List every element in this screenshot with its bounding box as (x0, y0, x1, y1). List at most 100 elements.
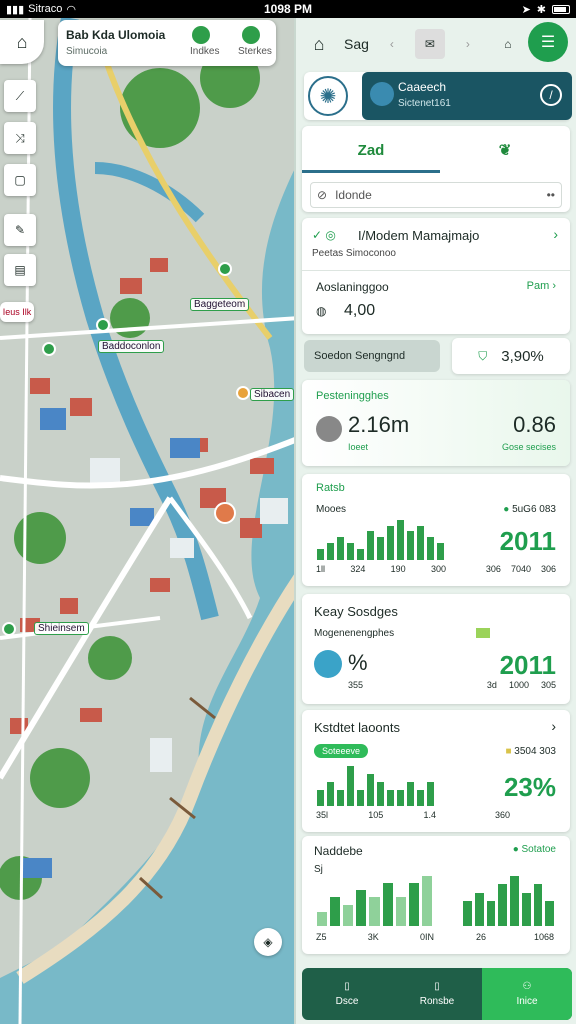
map-label[interactable]: Baddoconlon (98, 340, 165, 353)
field-link[interactable]: Pam › (527, 280, 556, 292)
chart-bar (317, 911, 328, 926)
chart-bar (474, 892, 484, 926)
chart4-plot (316, 876, 434, 926)
chart-label: Sj (314, 864, 323, 875)
selected-item-card[interactable]: ✓ ◎ I/Modem Mamajmajo › Peetas Simoconoo… (302, 218, 570, 334)
chart-bar (357, 790, 364, 806)
location-subtitle: Sictenet161 (398, 98, 451, 109)
tab-leaf[interactable]: ❦ (440, 132, 570, 168)
chart-label: Mooes (316, 504, 347, 515)
pen-tool[interactable]: ✎ (4, 214, 36, 246)
compass-icon[interactable]: / (540, 84, 562, 106)
metric-right-sub: Gose secises (501, 442, 556, 452)
chart-bar (421, 876, 432, 926)
tab-primary[interactable]: Zad (302, 132, 440, 168)
map-label[interactable]: Shieinsem (34, 622, 89, 635)
chart-card-2[interactable]: Keay Sosdges Mogenenengphes % 355 2011 3… (302, 594, 570, 704)
chart-x-axis: 1ll 324 190 300 (316, 564, 446, 574)
more-icon[interactable]: •• (547, 188, 555, 202)
map-label[interactable]: Sibacen (250, 388, 295, 401)
map-pin[interactable] (218, 262, 232, 276)
chart-right-x: 360 (494, 810, 510, 820)
chart-card-1[interactable]: Ratsb Mooes 1ll 324 190 300 ● 5uG6 083 2011… (302, 474, 570, 586)
chart-bar (387, 525, 394, 560)
chart-bar (357, 548, 364, 560)
nav-ronsbe[interactable]: ▯ Ronsbe (392, 968, 482, 1020)
chevron-right-icon[interactable]: › (553, 226, 558, 242)
side-tag-label: Ieus Ilk (2, 307, 32, 317)
chart-bar (510, 876, 519, 926)
tab-underline (302, 170, 440, 173)
back-button[interactable]: ‹ (375, 27, 409, 61)
metric-right-value: 0.86 (513, 412, 556, 437)
chart-value-sub: 355 (348, 680, 364, 690)
chart-right-axis: 26 1068 (476, 932, 554, 942)
location-card[interactable]: ✺ Caaeech Sictenet161 / (304, 72, 572, 120)
draw-line-tool[interactable]: ⟋ (4, 80, 36, 112)
field-label: Aoslaninggoo (316, 280, 389, 294)
chart-bar (427, 782, 434, 806)
map-header-card[interactable]: Bab Kda Ulomoia Simucoia Indkes Sterkes (58, 20, 276, 66)
home-button[interactable]: ⌂ (0, 20, 44, 64)
search-input[interactable]: Idonde (335, 188, 372, 202)
chart-bar (347, 542, 354, 560)
layers-tool[interactable]: ▤ (4, 254, 36, 286)
chart-card-3[interactable]: Kstdtet laoonts › Soteeeve 35l 105 1.4 ■ 3… (302, 710, 570, 832)
map-pin[interactable] (96, 318, 110, 332)
chart-bar (343, 904, 354, 926)
chart-right-label: ● Sotatoe (512, 844, 556, 855)
search-field[interactable]: ⊘ Idonde •• (310, 182, 562, 208)
forward-button[interactable]: › (451, 27, 485, 61)
chart-bar (337, 537, 344, 560)
home-button[interactable]: ⌂ (302, 27, 336, 61)
nav-dsce[interactable]: ▯ Dsce (302, 968, 392, 1020)
pen-icon: ✎ (14, 223, 26, 237)
status-badge[interactable]: Soedon Sengngnd (304, 340, 440, 372)
filter-icon: ⊘ (317, 188, 328, 202)
chart-x-axis: 35l 105 1.4 (316, 810, 436, 820)
chart-bar (367, 774, 374, 806)
chart-title: Ratsb (316, 482, 345, 494)
details-panel: ⌂ Sag ‹ ✉ › ⌂ ☰ ✺ Caaeech Sictenet161 / … (294, 18, 576, 1024)
chart-bar (533, 884, 543, 926)
metric-value: 2.16m (348, 412, 410, 437)
chart-card-4[interactable]: Naddebe ● Sotatoe Sj Z5 3K 0IN 26 1068 (302, 836, 570, 954)
map-pin[interactable] (214, 502, 236, 524)
split-tool[interactable]: ⤨ (4, 122, 36, 154)
chart-x-axis: 3d 1000 305 (486, 680, 556, 690)
metric-card[interactable]: Pesteningghes 2.16m Ioeet 0.86 Gose seci… (302, 380, 570, 466)
compass-button[interactable]: ◈ (254, 928, 282, 956)
area-tool[interactable]: ▢ (4, 164, 36, 196)
chart-bar (387, 790, 394, 806)
chart-label: Mogenenengphes (314, 628, 395, 639)
map-pin[interactable] (42, 342, 56, 356)
chart-bar (397, 520, 404, 560)
pin-icon (192, 26, 210, 44)
legend-swatch: ■ (505, 746, 512, 757)
chart-right-label: ■ 3504 303 (505, 746, 556, 757)
map-pin[interactable] (236, 386, 250, 400)
water-icon (314, 650, 342, 678)
side-tag[interactable]: Ieus Ilk (0, 302, 34, 322)
map-pin[interactable] (2, 622, 16, 636)
location-banner[interactable]: Caaeech Sictenet161 / (362, 72, 572, 120)
chart-title: Kstdtet laoonts (314, 720, 400, 735)
chevron-right-icon: › (465, 37, 470, 51)
mail-button[interactable]: ✉ (414, 29, 445, 59)
globe-icon (370, 82, 394, 106)
chart-bar (367, 531, 374, 560)
chart4-plot-right (462, 876, 556, 926)
menu-button[interactable]: ☰ (528, 22, 568, 62)
compass-icon: ◈ (263, 935, 273, 949)
chevron-right-icon[interactable]: › (551, 718, 556, 734)
map-label[interactable]: Baggeteom (190, 298, 250, 311)
chart-badge[interactable]: Soteeeve (314, 744, 369, 758)
chart-right-value: 2011 (499, 650, 556, 680)
chart-bar (377, 782, 384, 806)
map-view[interactable]: ⌂ ⟋ ⤨ ▢ ✎ ▤ Ieus Ilk Bab Kda Ulomoia Sim… (0, 18, 300, 1024)
map-canvas[interactable] (0, 18, 300, 1024)
chart-bar (317, 548, 324, 560)
nav-inice[interactable]: ⚇ Inice (482, 968, 572, 1020)
chart-bar (317, 790, 324, 806)
shelter-button[interactable]: ⌂ (491, 27, 525, 61)
